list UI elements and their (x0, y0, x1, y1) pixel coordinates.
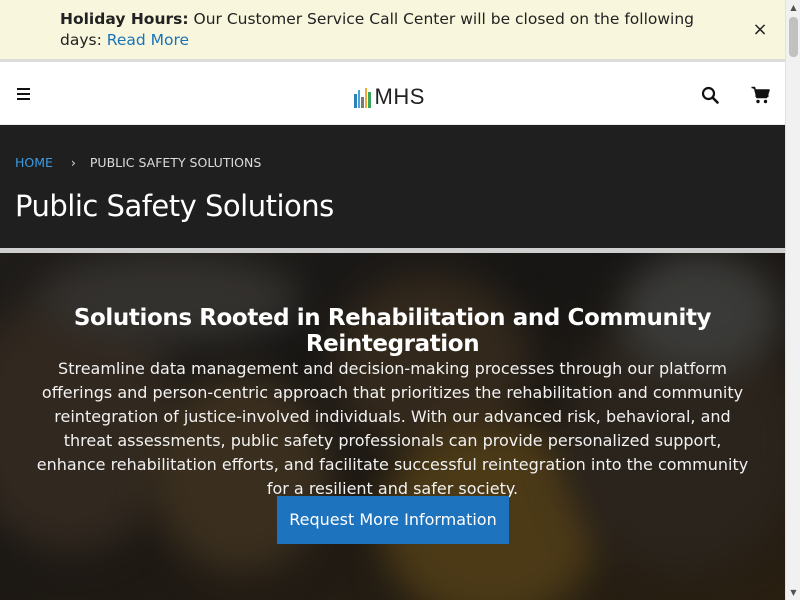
hero-title: Solutions Rooted in Rehabilitation and C… (73, 305, 712, 357)
close-icon[interactable]: × (750, 20, 770, 40)
scrollbar-thumb[interactable] (789, 17, 798, 57)
menu-icon[interactable] (16, 86, 34, 102)
site-header: MHS (0, 65, 785, 125)
breadcrumb-home-link[interactable]: Home (15, 155, 53, 170)
hero-section: Solutions Rooted in Rehabilitation and C… (0, 253, 785, 600)
search-icon[interactable] (701, 86, 719, 104)
vertical-scrollbar[interactable]: ▲ ▼ (785, 0, 800, 600)
scroll-down-arrow-icon[interactable]: ▼ (786, 585, 800, 600)
page: Holiday Hours: Our Customer Service Call… (0, 0, 785, 600)
notice-heading: Holiday Hours: (60, 10, 189, 28)
holiday-notice-bar: Holiday Hours: Our Customer Service Call… (0, 0, 785, 62)
read-more-link[interactable]: Read More (107, 31, 189, 49)
page-title-banner: Home › Public Safety Solutions Public Sa… (0, 125, 785, 248)
page-title: Public Safety Solutions (15, 189, 334, 223)
breadcrumb-current: Public Safety Solutions (89, 155, 262, 170)
chevron-right-icon: › (70, 155, 76, 170)
scroll-up-arrow-icon[interactable]: ▲ (786, 0, 800, 15)
cart-icon[interactable] (751, 86, 770, 104)
request-more-information-button[interactable]: Request More Information (277, 496, 509, 544)
hero-description: Streamline data management and decision-… (36, 359, 749, 498)
notice-text: Holiday Hours: Our Customer Service Call… (60, 9, 720, 51)
mhs-logo[interactable]: MHS (354, 84, 425, 108)
breadcrumb: Home › Public Safety Solutions (15, 155, 261, 171)
logo-text: MHS (374, 84, 425, 109)
logo-bars-icon (354, 88, 372, 108)
